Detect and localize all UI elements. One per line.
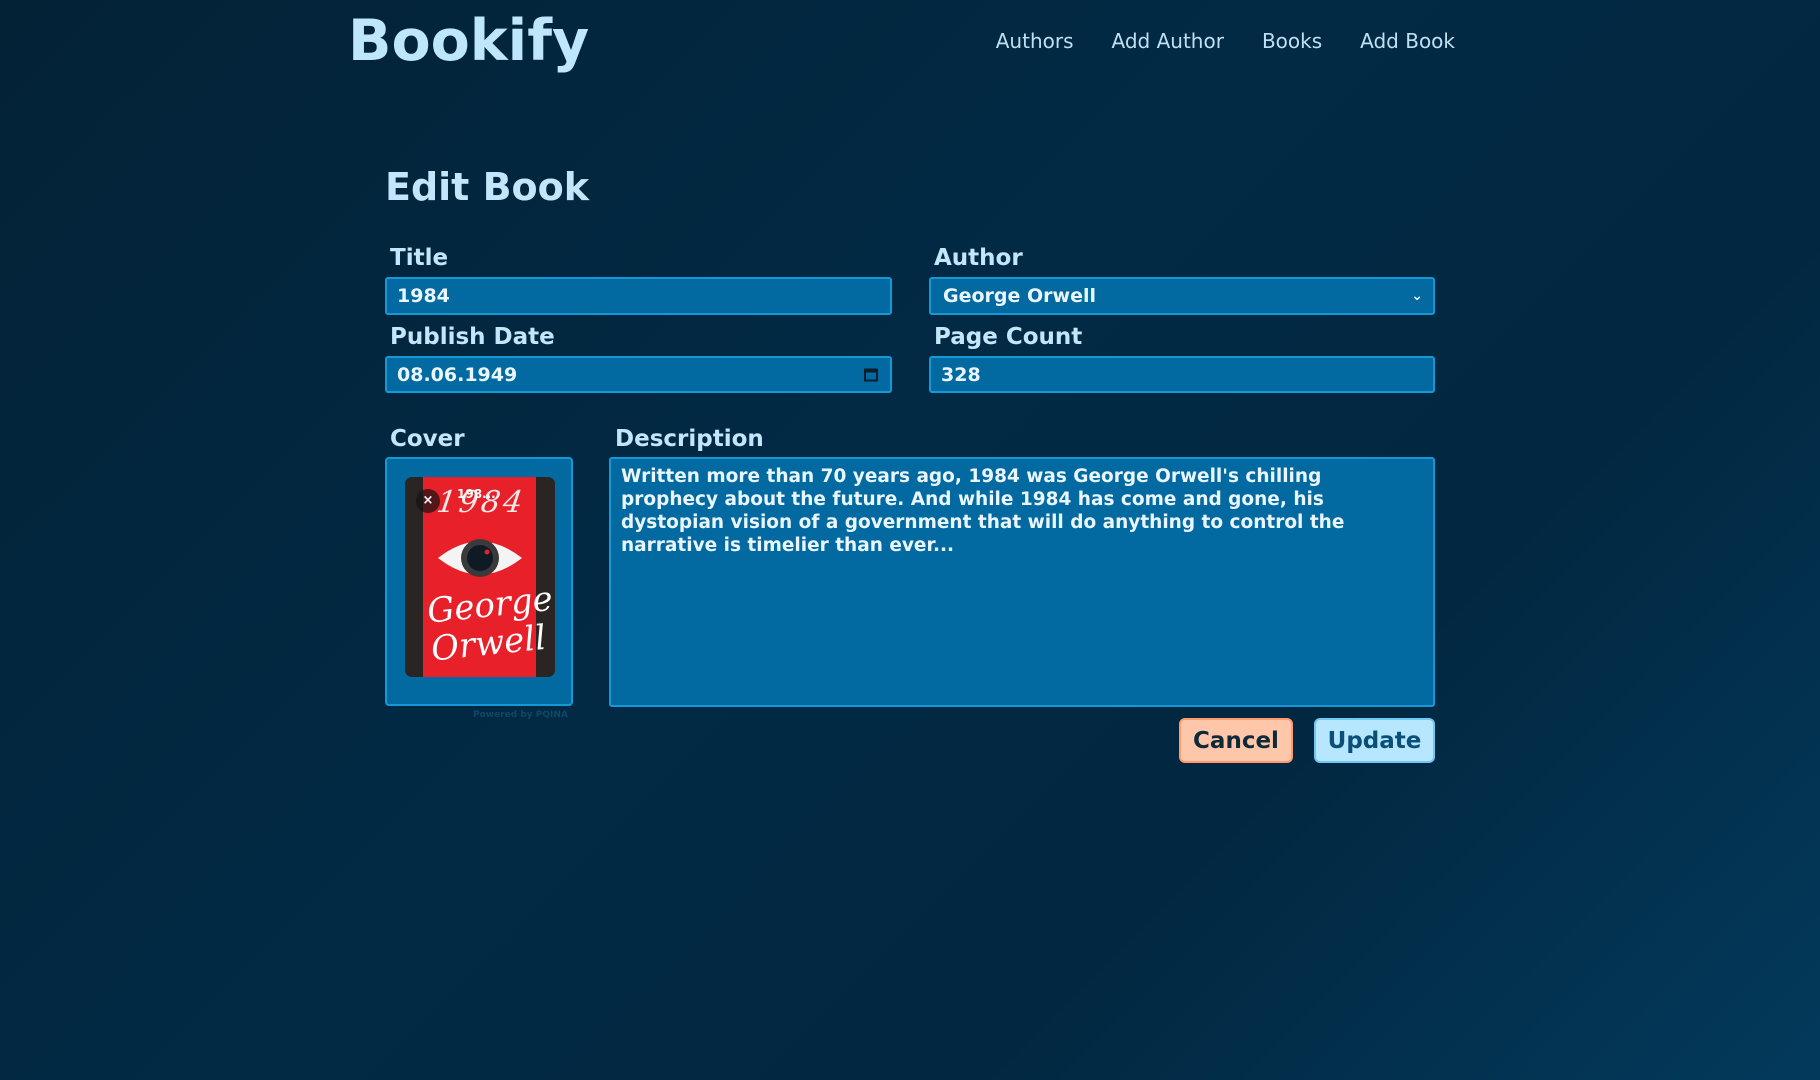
update-button[interactable]: Update — [1314, 718, 1435, 763]
cover-filename: 198... — [457, 487, 496, 501]
nav-link-books[interactable]: Books — [1262, 29, 1322, 53]
title-input[interactable]: 1984 — [385, 277, 892, 315]
cover-upload-panel[interactable]: 1984 George Orwell × 198... — [385, 457, 573, 706]
calendar-icon[interactable] — [864, 368, 878, 381]
description-label: Description — [615, 426, 764, 452]
publish-date-value: 08.06.1949 — [397, 363, 518, 386]
powered-by-credit[interactable]: Powered by PQINA — [473, 710, 568, 720]
nav-link-authors[interactable]: Authors — [996, 29, 1074, 53]
page-count-label: Page Count — [934, 324, 1083, 350]
nav-link-add-book[interactable]: Add Book — [1360, 29, 1455, 53]
page-count-input[interactable]: 328 — [929, 356, 1435, 393]
author-label: Author — [934, 245, 1023, 271]
title-input-value: 1984 — [397, 285, 450, 307]
publish-date-label: Publish Date — [390, 324, 555, 350]
cover-image: 1984 George Orwell × 198... — [405, 477, 555, 677]
publish-date-input[interactable]: 08.06.1949 — [385, 356, 892, 393]
site-header: Bookify Authors Add Author Books Add Boo… — [0, 0, 1820, 90]
author-select[interactable]: George Orwell ⌄ — [929, 277, 1435, 315]
eye-icon — [438, 539, 522, 577]
chevron-down-icon: ⌄ — [1411, 288, 1423, 304]
cancel-button[interactable]: Cancel — [1179, 718, 1293, 763]
title-label: Title — [390, 245, 449, 271]
description-textarea[interactable]: Written more than 70 years ago, 1984 was… — [609, 457, 1435, 707]
cover-author-art: George Orwell — [425, 579, 554, 670]
page-count-value: 328 — [941, 363, 981, 386]
brand-logo[interactable]: Bookify — [348, 8, 589, 74]
remove-cover-button[interactable]: × — [416, 489, 440, 513]
cover-label: Cover — [390, 426, 465, 452]
nav-link-add-author[interactable]: Add Author — [1112, 29, 1224, 53]
author-select-value: George Orwell — [943, 285, 1096, 307]
page-title: Edit Book — [385, 165, 590, 209]
main-nav: Authors Add Author Books Add Book — [958, 29, 1455, 53]
description-text: Written more than 70 years ago, 1984 was… — [621, 466, 1345, 556]
